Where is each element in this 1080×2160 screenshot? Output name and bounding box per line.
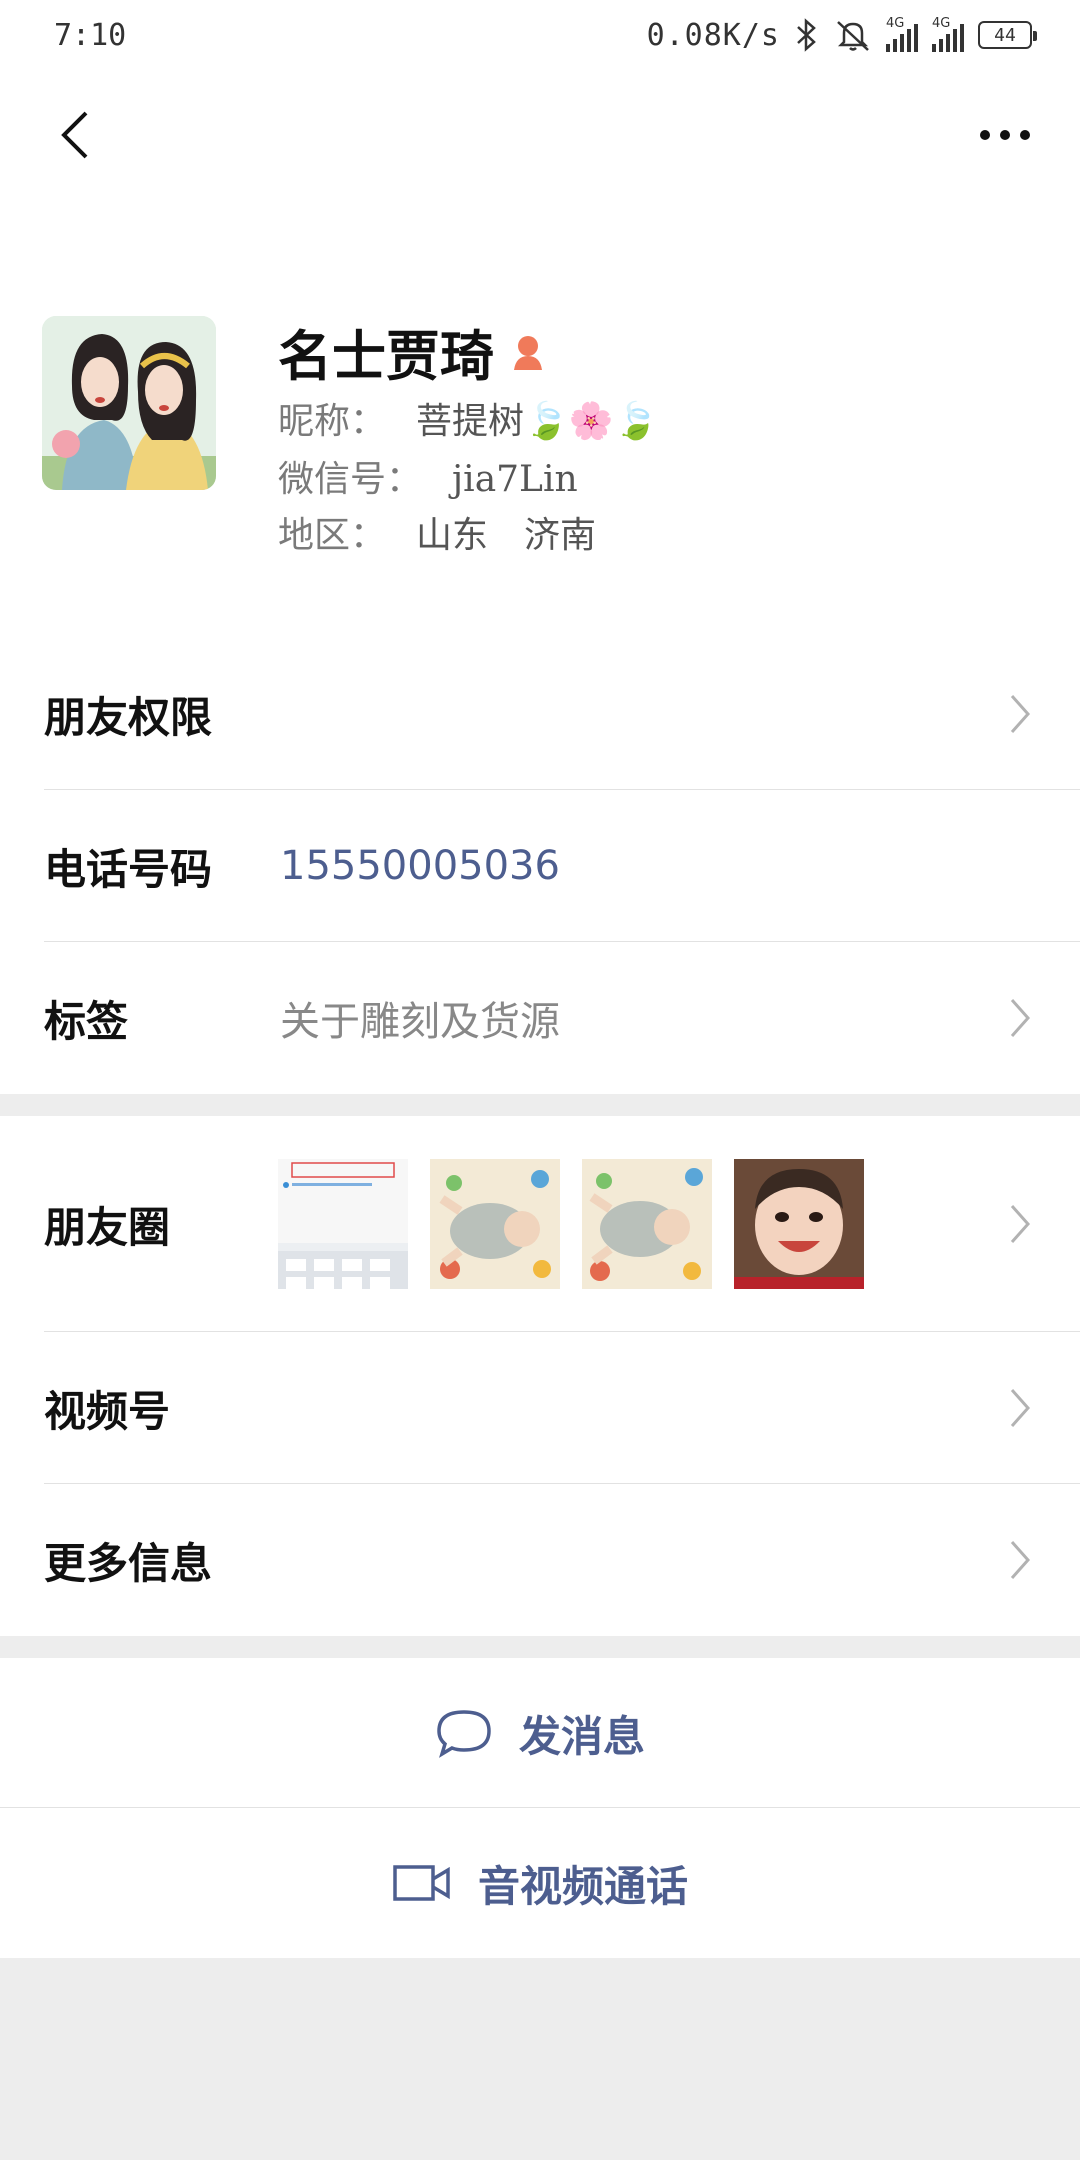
display-name: 名士贾琦: [278, 324, 494, 388]
friend-permission-row[interactable]: 朋友权限: [0, 638, 1080, 790]
tags-value: 关于雕刻及货源: [280, 999, 560, 1045]
wechat-id-label: 微信号：: [278, 459, 423, 500]
female-icon: [514, 335, 542, 370]
moments-thumbnails: [278, 1159, 864, 1289]
profile-name: 名士贾琦: [278, 312, 548, 391]
battery-icon: 44: [978, 21, 1037, 49]
signal-icon-1: 4G: [886, 16, 918, 52]
wechat-id-value[interactable]: jia7Lin: [452, 459, 578, 500]
more-info-row[interactable]: 更多信息: [0, 1484, 1080, 1636]
moments-label: 朋友圈: [44, 1202, 171, 1252]
signal-icon-2: 4G: [932, 16, 964, 52]
wechat-id-line: 微信号： jia7Lin: [278, 450, 578, 502]
phone-row: 电话号码 15550005036: [0, 790, 1080, 942]
moments-thumbnail[interactable]: [582, 1159, 712, 1289]
more-info-label: 更多信息: [44, 1538, 213, 1588]
status-time: 7:10: [54, 17, 127, 53]
mute-bell-icon: [837, 21, 869, 51]
tags-label: 标签: [44, 996, 129, 1046]
region-label: 地区：: [278, 515, 387, 556]
more-dots-icon: [980, 130, 1030, 140]
region-line: 地区： 山东 济南: [278, 506, 596, 558]
bluetooth-icon: [797, 18, 816, 52]
friend-permission-label: 朋友权限: [44, 692, 213, 742]
chevron-right-icon: [1010, 1205, 1031, 1243]
status-bar: 7:10 0.08K/s 4G 4G 44: [0, 0, 1080, 70]
send-message-button[interactable]: 发消息: [0, 1658, 1080, 1808]
moments-thumbnail-image: [734, 1159, 864, 1289]
status-icons: 0.08K/s 4G 4G 44: [646, 16, 1037, 53]
chevron-right-icon: [1010, 1541, 1031, 1579]
chevron-left-icon: [61, 111, 88, 159]
send-message-label: 发消息: [518, 1711, 645, 1761]
nickname-line: 昵称： 菩提树🍃🌸🍃: [278, 392, 659, 444]
avatar-image: [42, 316, 216, 490]
nickname-label: 昵称：: [278, 401, 387, 442]
moments-thumbnail[interactable]: [430, 1159, 560, 1289]
channels-label: 视频号: [44, 1386, 171, 1436]
video-call-label: 音视频通话: [477, 1861, 688, 1911]
video-camera-icon: [393, 1865, 450, 1901]
moments-thumbnail[interactable]: [278, 1159, 408, 1289]
moments-thumbnail-image: [278, 1159, 408, 1289]
avatar[interactable]: [42, 316, 216, 490]
battery-level: 44: [994, 24, 1016, 46]
tags-row[interactable]: 标签 关于雕刻及货源: [0, 942, 1080, 1094]
top-nav: [0, 70, 1080, 200]
phone-number-link[interactable]: 15550005036: [280, 843, 560, 889]
social-group: 朋友圈 视频号 更多信息: [0, 1116, 1080, 1636]
chevron-right-icon: [1010, 999, 1031, 1037]
moments-thumbnail-image: [430, 1159, 560, 1289]
more-button[interactable]: [970, 100, 1040, 170]
action-group: 发消息 音视频通话: [0, 1658, 1080, 1958]
region-value: 山东 济南: [416, 515, 597, 556]
profile-header: 名士贾琦 昵称： 菩提树🍃🌸🍃 微信号： jia7Lin 地区： 山东 济南: [0, 200, 1080, 638]
chevron-right-icon: [1010, 1389, 1031, 1427]
moments-thumbnail[interactable]: [734, 1159, 864, 1289]
back-button[interactable]: [40, 100, 110, 170]
chevron-right-icon: [1010, 695, 1031, 733]
phone-label: 电话号码: [44, 844, 213, 894]
contact-details-group: 朋友权限 电话号码 15550005036 标签 关于雕刻及货源: [0, 638, 1080, 1094]
contact-profile-page: 7:10 0.08K/s 4G 4G 44 名士贾琦 昵称： 菩提树🍃🌸🍃 微信…: [0, 0, 1080, 2160]
network-speed: 0.08K/s: [646, 17, 780, 53]
moments-thumbnail-image: [582, 1159, 712, 1289]
channels-row[interactable]: 视频号: [0, 1332, 1080, 1484]
video-call-button[interactable]: 音视频通话: [0, 1808, 1080, 1958]
nickname-value: 菩提树🍃🌸🍃: [416, 401, 659, 442]
chat-bubble-icon: [437, 1710, 491, 1758]
moments-row[interactable]: 朋友圈: [0, 1116, 1080, 1332]
